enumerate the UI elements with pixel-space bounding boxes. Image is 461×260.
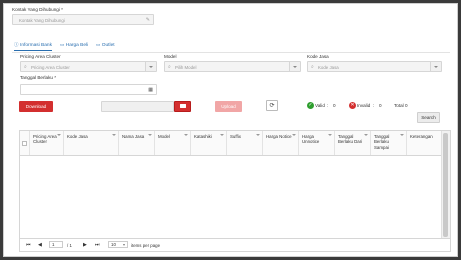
pagination-bar: ⏮ ◀ 1 / 1 ▶ ⏭ 10 items per page — [20, 238, 450, 251]
model-label: Model — [164, 54, 177, 59]
model-placeholder: Pilih Model — [175, 64, 197, 70]
pencil-icon[interactable]: ✎ — [146, 17, 150, 23]
kode-jasa-label: Kode Jasa — [307, 54, 329, 59]
col-model[interactable]: Model — [155, 131, 191, 155]
form-window: Kontak Yang Dihubungi * Kontak Yang Dihu… — [3, 3, 458, 257]
kontak-label: Kontak Yang Dihubungi * — [12, 7, 63, 12]
page-size-select[interactable]: 10 — [108, 241, 128, 248]
tanggal-label: Tanggal Berlaku * — [20, 75, 57, 80]
total-count: Total 0 — [394, 103, 408, 108]
first-page-icon[interactable]: ⏮ — [26, 242, 31, 248]
col-tanggal-berlaku-dari[interactable]: Tanggal Berlaku Dari — [335, 131, 371, 155]
filter-icon[interactable] — [57, 134, 61, 136]
search-icon: ⌕ — [168, 64, 171, 70]
valid-label: Valid — [315, 103, 325, 108]
store-icon: ▭ — [96, 42, 101, 47]
folder-button[interactable] — [174, 101, 191, 112]
data-grid: Pricing Area Cluster Kode Jasa Nama Jasa… — [19, 130, 451, 252]
check-icon: ✓ — [307, 102, 314, 109]
valid-count: 0 — [333, 103, 336, 108]
tab-informasi-bank[interactable]: ⓘ Informasi Bank — [14, 42, 52, 51]
filter-icon[interactable] — [400, 134, 404, 136]
col-nama-jasa[interactable]: Nama Jasa — [119, 131, 155, 155]
filter-icon[interactable] — [364, 134, 368, 136]
filter-icon[interactable] — [328, 134, 332, 136]
search-icon: ⌕ — [24, 64, 27, 70]
invalid-count: 0 — [379, 103, 382, 108]
invalid-label: Invalid — [357, 103, 371, 108]
next-page-icon[interactable]: ▶ — [83, 242, 87, 248]
download-button[interactable]: Download — [19, 101, 53, 112]
pricing-placeholder: Pricing Area Cluster — [31, 64, 70, 70]
folder-icon — [179, 104, 186, 108]
tab-harga-beli[interactable]: ▭ Harga Beli — [60, 42, 88, 50]
items-per-page-label: items per page — [131, 242, 161, 248]
pricing-area-select[interactable]: ⌕ Pricing Area Cluster — [20, 61, 157, 72]
select-all-checkbox[interactable] — [22, 141, 27, 146]
col-keterangan[interactable]: Keterangan — [407, 131, 442, 155]
select-all-column — [20, 131, 30, 155]
chevron-down-icon[interactable] — [289, 62, 300, 71]
tanggal-input[interactable]: ▦ — [20, 84, 157, 95]
col-tanggal-berlaku-sampai[interactable]: Tanggal Berlaku Sampai — [371, 131, 407, 155]
tab-bar: ⓘ Informasi Bank ▭ Harga Beli ▭ Outlet — [12, 42, 450, 53]
file-path-input[interactable] — [101, 101, 174, 112]
pricing-label: Pricing Area Cluster — [20, 54, 61, 59]
page-total: / 1 — [67, 242, 72, 248]
filter-icon[interactable] — [112, 134, 116, 136]
col-pricing-area-cluster[interactable]: Pricing Area Cluster — [30, 131, 64, 155]
col-harga-notice[interactable]: Harga Notice — [263, 131, 299, 155]
col-harga-unnotice[interactable]: Harga Unnotice — [299, 131, 335, 155]
calendar-icon[interactable]: ▦ — [148, 87, 153, 93]
kontak-input[interactable]: Kontak Yang Dihubungi ✎ — [12, 14, 154, 25]
grid-header: Pricing Area Cluster Kode Jasa Nama Jasa… — [20, 131, 442, 156]
chevron-down-icon[interactable] — [430, 62, 441, 71]
search-button[interactable]: Search — [417, 112, 440, 123]
prev-page-icon[interactable]: ◀ — [38, 242, 42, 248]
filter-icon[interactable] — [184, 134, 188, 136]
scrollbar-thumb[interactable] — [443, 133, 448, 237]
tab-outlet[interactable]: ▭ Outlet — [96, 42, 115, 50]
refresh-icon: ⟳ — [269, 103, 275, 109]
col-suffix[interactable]: Suffix — [227, 131, 263, 155]
page-number-input[interactable]: 1 — [49, 241, 63, 248]
filter-icon[interactable] — [148, 134, 152, 136]
filter-icon[interactable] — [256, 134, 260, 136]
filter-icon[interactable] — [292, 134, 296, 136]
kontak-placeholder: Kontak Yang Dihubungi — [19, 17, 65, 23]
chevron-down-icon[interactable] — [145, 62, 156, 71]
search-icon: ⌕ — [311, 64, 314, 70]
kode-jasa-select[interactable]: ⌕ Kode Jasa — [307, 61, 442, 72]
info-icon: ⓘ — [14, 42, 19, 47]
col-katashiki[interactable]: Katashiki — [191, 131, 227, 155]
last-page-icon[interactable]: ⏭ — [95, 242, 100, 248]
vertical-scrollbar[interactable] — [441, 131, 450, 239]
tag-icon: ▭ — [60, 42, 65, 47]
model-select[interactable]: ⌕ Pilih Model — [164, 61, 301, 72]
refresh-button[interactable]: ⟳ — [266, 100, 278, 111]
upload-button[interactable]: Upload — [215, 101, 242, 112]
colon-sep: : — [327, 103, 329, 108]
x-icon: ✕ — [349, 102, 356, 109]
filter-icon[interactable] — [220, 134, 224, 136]
kode-jasa-placeholder: Kode Jasa — [318, 64, 339, 70]
col-kode-jasa[interactable]: Kode Jasa — [64, 131, 119, 155]
colon-sep: : — [373, 103, 375, 108]
chevron-down-icon — [123, 244, 125, 246]
